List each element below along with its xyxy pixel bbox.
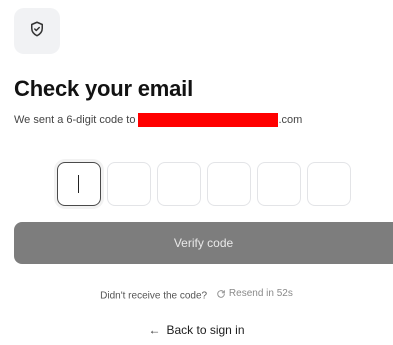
verify-code-button[interactable]: Verify code: [14, 222, 393, 264]
resend-prompt: Didn't receive the code?: [100, 290, 208, 302]
verify-email-page: Check your email We sent a 6-digit code …: [0, 0, 393, 345]
otp-digit-4[interactable]: [207, 162, 251, 206]
page-title: Check your email: [14, 76, 193, 101]
subtitle: We sent a 6-digit code to .com: [14, 113, 302, 127]
otp-digit-3[interactable]: [157, 162, 201, 206]
subtitle-text: We sent a 6-digit code to: [14, 114, 136, 126]
resend-line: Didn't receive the code? Resend in 52s: [0, 288, 393, 302]
shield-check-icon: [28, 20, 46, 43]
redacted-email: [138, 113, 279, 127]
back-label: Back to sign in: [166, 323, 245, 337]
arrow-left-icon: ←: [148, 323, 161, 337]
resend-button[interactable]: Resend in 52s: [216, 288, 293, 299]
email-suffix: .com: [278, 114, 303, 126]
resend-label: Resend in 52s: [228, 288, 293, 299]
otp-digit-2[interactable]: [107, 162, 151, 206]
otp-digit-6[interactable]: [307, 162, 351, 206]
back-to-sign-in-link[interactable]: ← Back to sign in: [0, 323, 393, 337]
otp-digit-5[interactable]: [257, 162, 301, 206]
otp-digit-1[interactable]: [57, 162, 101, 206]
refresh-icon: [216, 289, 226, 299]
shield-tile: [14, 8, 60, 54]
otp-input-group: [57, 162, 351, 206]
